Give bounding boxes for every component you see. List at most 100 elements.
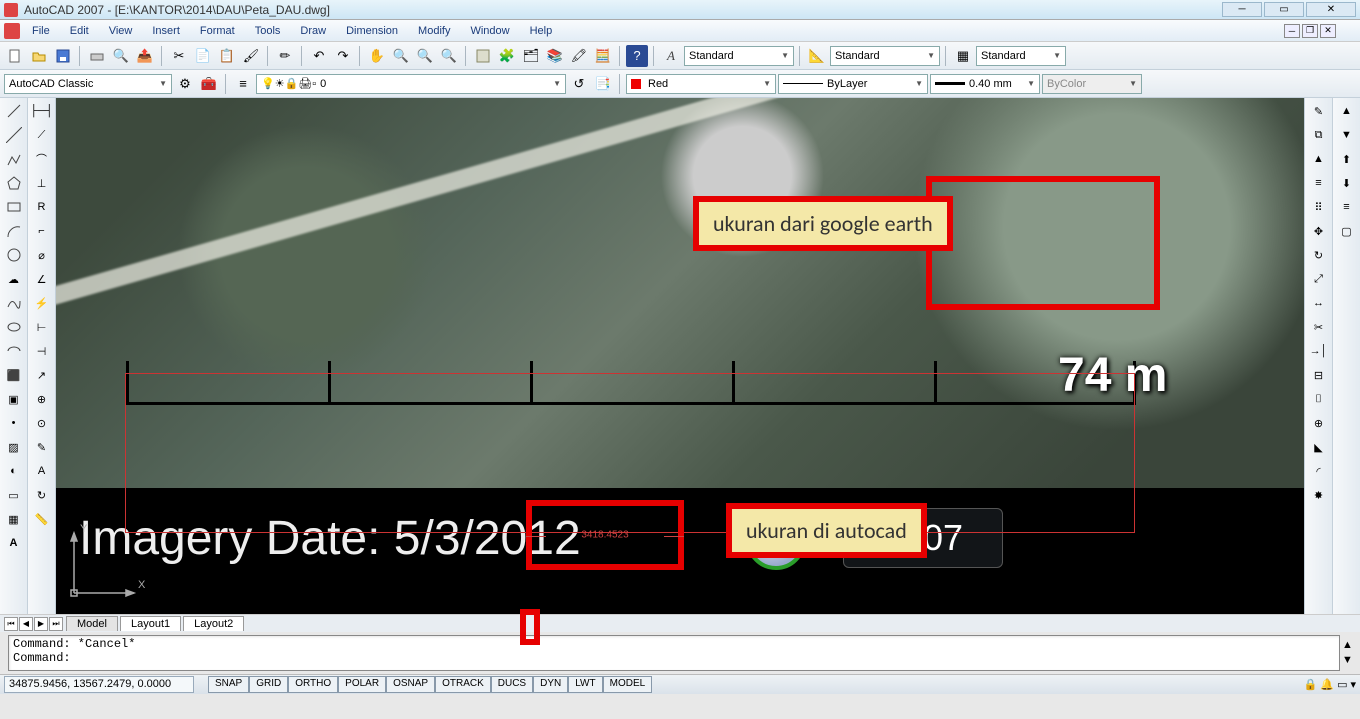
extend-button[interactable]: →│ — [1308, 340, 1330, 362]
layer-combo[interactable]: 💡☀🔒🖨▫ 0▼ — [256, 74, 566, 94]
plot-button[interactable] — [86, 45, 108, 67]
circle-button[interactable] — [3, 244, 25, 266]
mdi-minimize-button[interactable]: ─ — [1284, 24, 1300, 38]
ducs-toggle[interactable]: DUCS — [491, 676, 533, 693]
layer-states-button[interactable]: 📑 — [592, 73, 614, 95]
zoom-window-button[interactable]: 🔍 — [438, 45, 460, 67]
publish-button[interactable]: 📤 — [134, 45, 156, 67]
menu-tools[interactable]: Tools — [247, 23, 289, 39]
dyn-toggle[interactable]: DYN — [533, 676, 568, 693]
zoom-previous-button[interactable]: 🔍 — [414, 45, 436, 67]
break-button[interactable]: ⌷ — [1308, 388, 1330, 410]
scale-button[interactable]: ⤢ — [1308, 268, 1330, 290]
dim-style-button[interactable]: 📏 — [31, 508, 53, 530]
rotate-button[interactable]: ↻ — [1308, 244, 1330, 266]
gradient-button[interactable]: ◐ — [3, 460, 25, 482]
help-button[interactable]: ? — [626, 45, 648, 67]
textstyle-combo[interactable]: Standard▼ — [684, 46, 794, 66]
join-button[interactable]: ⊕ — [1308, 412, 1330, 434]
workspace-settings-button[interactable]: ⚙ — [174, 73, 196, 95]
plotstyle-combo[interactable]: ByColor▼ — [1042, 74, 1142, 94]
tool-palettes-button[interactable]: 🗂 — [520, 45, 542, 67]
clean-screen-button[interactable]: ▭ — [1337, 678, 1347, 691]
dim-radius-button[interactable]: R — [31, 196, 53, 218]
arc-button[interactable] — [3, 220, 25, 242]
dim-ordinate-button[interactable]: ⊥ — [31, 172, 53, 194]
move-button[interactable]: ✥ — [1308, 220, 1330, 242]
dimstyle-combo[interactable]: Standard▼ — [830, 46, 940, 66]
plot-preview-button[interactable]: 🔍 — [110, 45, 132, 67]
rectangle-button[interactable] — [3, 196, 25, 218]
osnap-toggle[interactable]: OSNAP — [386, 676, 435, 693]
mdi-close-button[interactable]: ✕ — [1320, 24, 1336, 38]
quick-dim-button[interactable]: ⚡ — [31, 292, 53, 314]
maximize-button[interactable]: ▭ — [1264, 2, 1304, 17]
tab-model[interactable]: Model — [66, 616, 118, 631]
mtext-button[interactable]: A — [3, 532, 25, 554]
workspace-combo[interactable]: AutoCAD Classic▼ — [4, 74, 172, 94]
drawing-canvas[interactable]: 74 m ukuran dari google earth Imagery Da… — [56, 98, 1304, 614]
undo-button[interactable]: ↶ — [308, 45, 330, 67]
dim-edit-button[interactable]: ✎ — [31, 436, 53, 458]
otrack-toggle[interactable]: OTRACK — [435, 676, 491, 693]
break-at-point-button[interactable]: ⊟ — [1308, 364, 1330, 386]
construction-line-button[interactable] — [3, 124, 25, 146]
tab-first-button[interactable]: ⏮ — [4, 617, 18, 631]
lineweight-combo[interactable]: 0.40 mm▼ — [930, 74, 1040, 94]
polar-toggle[interactable]: POLAR — [338, 676, 386, 693]
chamfer-button[interactable]: ◣ — [1308, 436, 1330, 458]
hatch-button[interactable]: ▨ — [3, 436, 25, 458]
dim-aligned-button[interactable]: ⟋ — [31, 124, 53, 146]
dim-update-button[interactable]: ↻ — [31, 484, 53, 506]
trim-button[interactable]: ✂ — [1308, 316, 1330, 338]
tab-last-button[interactable]: ⏭ — [49, 617, 63, 631]
lock-icon[interactable]: 🔒 — [1304, 678, 1318, 691]
minimize-button[interactable]: ─ — [1222, 2, 1262, 17]
menu-modify[interactable]: Modify — [410, 23, 458, 39]
dim-diameter-button[interactable]: ⌀ — [31, 244, 53, 266]
bring-front-button[interactable]: ⬆ — [1336, 148, 1358, 170]
menu-draw[interactable]: Draw — [292, 23, 334, 39]
redo-button[interactable]: ↷ — [332, 45, 354, 67]
dim-arc-button[interactable]: ⌒ — [31, 148, 53, 170]
menu-window[interactable]: Window — [462, 23, 517, 39]
cut-button[interactable]: ✂ — [168, 45, 190, 67]
dim-baseline-button[interactable]: ⊢ — [31, 316, 53, 338]
revision-cloud-button[interactable]: ☁ — [3, 268, 25, 290]
cmd-scroll-up-button[interactable]: ▲ — [1342, 639, 1356, 653]
markup-button[interactable]: 🖍 — [568, 45, 590, 67]
region-button[interactable]: ▭ — [3, 484, 25, 506]
menu-insert[interactable]: Insert — [144, 23, 188, 39]
tab-next-button[interactable]: ▶ — [34, 617, 48, 631]
copy-button[interactable]: 📄 — [192, 45, 214, 67]
color-combo[interactable]: Red▼ — [626, 74, 776, 94]
ellipse-arc-button[interactable] — [3, 340, 25, 362]
fillet-button[interactable]: ◜ — [1308, 460, 1330, 482]
offset-button[interactable]: ≡ — [1308, 172, 1330, 194]
layer-previous-button[interactable]: ↺ — [568, 73, 590, 95]
textstyle-icon[interactable]: A — [660, 45, 682, 67]
polygon-button[interactable] — [3, 172, 25, 194]
tab-layout1[interactable]: Layout1 — [120, 616, 181, 631]
tab-layout2[interactable]: Layout2 — [183, 616, 244, 631]
block-editor-button[interactable]: ✏ — [274, 45, 296, 67]
array-button[interactable]: ⠿ — [1308, 196, 1330, 218]
paste-button[interactable]: 📋 — [216, 45, 238, 67]
ellipse-button[interactable] — [3, 316, 25, 338]
send-back-button[interactable]: ⬇ — [1336, 172, 1358, 194]
menu-format[interactable]: Format — [192, 23, 243, 39]
quickcalc-button[interactable]: 🧮 — [592, 45, 614, 67]
center-mark-button[interactable]: ⊙ — [31, 412, 53, 434]
dim-angular-button[interactable]: ∠ — [31, 268, 53, 290]
block-insert-button[interactable]: ⬛ — [3, 364, 25, 386]
menu-view[interactable]: View — [101, 23, 141, 39]
tablestyle-combo[interactable]: Standard▼ — [976, 46, 1066, 66]
tab-prev-button[interactable]: ◀ — [19, 617, 33, 631]
table-button[interactable]: ▦ — [3, 508, 25, 530]
snap-toggle[interactable]: SNAP — [208, 676, 249, 693]
match-properties-button[interactable]: 🖌 — [240, 45, 262, 67]
properties-button[interactable] — [472, 45, 494, 67]
bring-forward-button[interactable]: ▲ — [1336, 100, 1358, 122]
explode-button[interactable]: ✸ — [1308, 484, 1330, 506]
linetype-combo[interactable]: ByLayer▼ — [778, 74, 928, 94]
